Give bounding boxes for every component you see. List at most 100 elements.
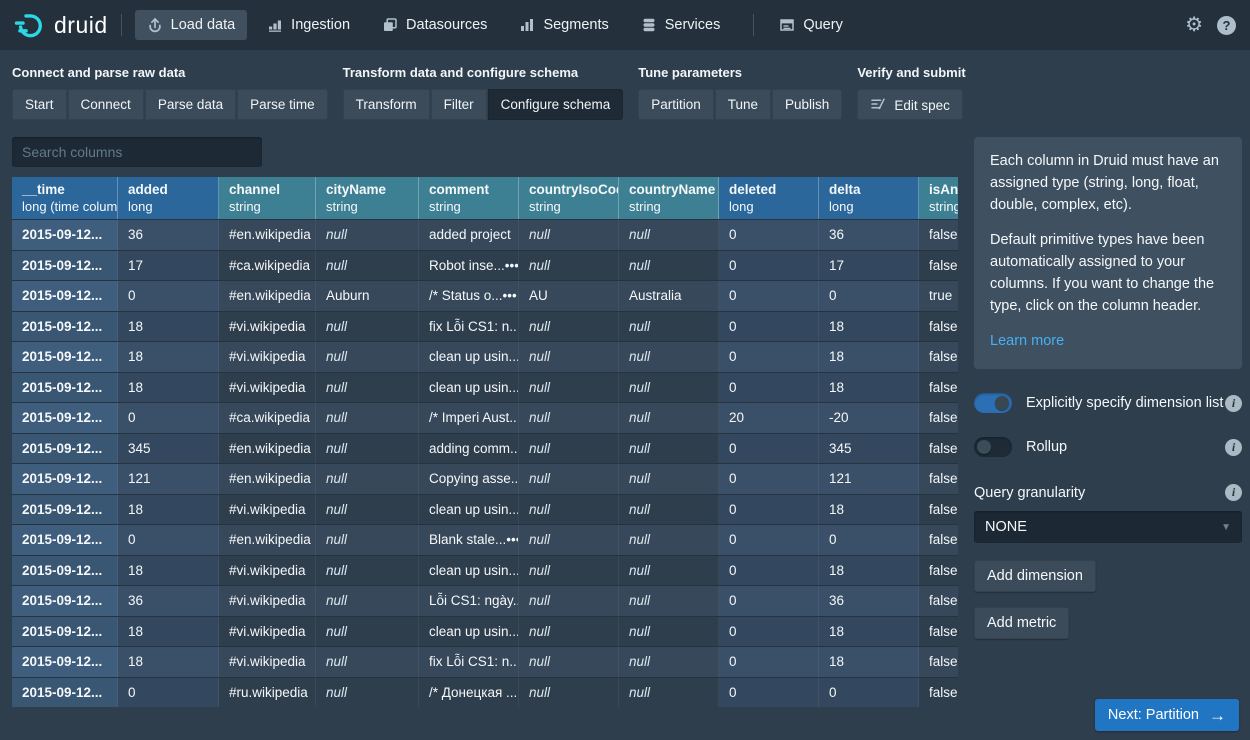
- switch-label: Rollup: [1026, 439, 1067, 455]
- cell-isAnonymous: false: [919, 647, 958, 677]
- column-name: countryName: [629, 182, 708, 197]
- column-header-added[interactable]: addedlong: [118, 177, 219, 219]
- column-header-delta[interactable]: deltalong: [819, 177, 919, 219]
- nav-item-query[interactable]: Query: [767, 10, 855, 40]
- cell-deleted: 0: [719, 434, 819, 464]
- cell-delta: 0: [819, 525, 919, 555]
- settings-gear-icon[interactable]: ⚙: [1185, 15, 1203, 35]
- table-row: 2015-09-12...0#ru.wikipedianull/* Донецк…: [12, 677, 958, 708]
- step-group-title: Tune parameters: [638, 65, 842, 80]
- cell-countryName: null: [619, 525, 719, 555]
- info-icon[interactable]: i: [1225, 439, 1242, 456]
- step-button-parse-time[interactable]: Parse time: [237, 89, 328, 120]
- table-row: 2015-09-12...36#en.wikipedianulladded pr…: [12, 219, 958, 250]
- info-icon[interactable]: i: [1225, 484, 1242, 501]
- cell-comment: /* Донецкая ...: [419, 678, 519, 708]
- column-header-cityName[interactable]: cityNamestring: [316, 177, 419, 219]
- query-granularity-select[interactable]: NONE ▼: [974, 511, 1242, 543]
- nav-item-label: Segments: [543, 17, 608, 33]
- cell-channel: #ca.wikipedia: [219, 403, 316, 433]
- column-header-countryIsoCode[interactable]: countryIsoCodestring: [519, 177, 619, 219]
- cell-delta: 18: [819, 495, 919, 525]
- column-header-comment[interactable]: commentstring: [419, 177, 519, 219]
- cell-added: 345: [118, 434, 219, 464]
- table-row: 2015-09-12...18#vi.wikipedianullclean up…: [12, 341, 958, 372]
- toggle-explicitly-specify-dimension-list[interactable]: [974, 393, 1012, 413]
- cell-delta: 18: [819, 342, 919, 372]
- cell-comment: clean up usin...: [419, 495, 519, 525]
- cell-__time: 2015-09-12...: [12, 312, 118, 342]
- druid-logo-text: druid: [54, 12, 108, 39]
- cell-cityName: null: [316, 525, 419, 555]
- step-button-parse-data[interactable]: Parse data: [145, 89, 236, 120]
- nav-item-load-data[interactable]: Load data: [135, 10, 248, 40]
- cell-countryName: null: [619, 647, 719, 677]
- column-header-countryName[interactable]: countryNamestring: [619, 177, 719, 219]
- column-header-__time[interactable]: __timelong (time column): [12, 177, 118, 219]
- cell-comment: Robot inse...•••: [419, 251, 519, 281]
- step-button-publish[interactable]: Publish: [772, 89, 842, 120]
- query-icon: [779, 17, 795, 33]
- cell-channel: #en.wikipedia: [219, 220, 316, 250]
- main-nav: Load dataIngestion Datasources Segments Ser…: [135, 10, 863, 40]
- cell-deleted: 0: [719, 220, 819, 250]
- cell-deleted: 0: [719, 525, 819, 555]
- cell-added: 18: [118, 373, 219, 403]
- cell-deleted: 0: [719, 586, 819, 616]
- cell-deleted: 20: [719, 403, 819, 433]
- nav-item-ingestion[interactable]: Ingestion: [255, 10, 362, 40]
- cell-cityName: null: [316, 312, 419, 342]
- cell-deleted: 0: [719, 495, 819, 525]
- cell-cityName: null: [316, 403, 419, 433]
- nav-item-services[interactable]: Services: [629, 10, 733, 40]
- cell-comment: fix Lỗi CS1: n...: [419, 647, 519, 677]
- cell-__time: 2015-09-12...: [12, 556, 118, 586]
- cell-countryIsoCode: AU: [519, 281, 619, 311]
- cell-isAnonymous: false: [919, 251, 958, 281]
- cell-isAnonymous: false: [919, 586, 958, 616]
- toggle-rollup[interactable]: [974, 437, 1012, 457]
- cell-cityName: null: [316, 373, 419, 403]
- learn-more-link[interactable]: Learn more: [990, 333, 1064, 349]
- step-button-tune[interactable]: Tune: [715, 89, 771, 120]
- cell-deleted: 0: [719, 647, 819, 677]
- column-header-channel[interactable]: channelstring: [219, 177, 316, 219]
- step-group-title: Verify and submit: [857, 65, 965, 80]
- cell-countryName: null: [619, 220, 719, 250]
- cell-added: 18: [118, 342, 219, 372]
- next-partition-button[interactable]: Next: Partition →: [1095, 699, 1239, 731]
- cell-countryIsoCode: null: [519, 525, 619, 555]
- add-metric-button[interactable]: Add metric: [974, 607, 1069, 639]
- cell-cityName: null: [316, 434, 419, 464]
- cell-deleted: 0: [719, 464, 819, 494]
- add-dimension-button[interactable]: Add dimension: [974, 560, 1096, 592]
- nav-item-datasources[interactable]: Datasources: [370, 10, 499, 40]
- cell-comment: clean up usin...: [419, 373, 519, 403]
- step-button-filter[interactable]: Filter: [431, 89, 487, 120]
- cell-deleted: 0: [719, 312, 819, 342]
- druid-logo[interactable]: druid: [14, 10, 108, 41]
- cell-countryName: null: [619, 434, 719, 464]
- cell-countryIsoCode: null: [519, 586, 619, 616]
- cell-channel: #ca.wikipedia: [219, 251, 316, 281]
- column-type: long: [128, 199, 208, 214]
- step-button-partition[interactable]: Partition: [638, 89, 714, 120]
- step-button-start[interactable]: Start: [12, 89, 67, 120]
- info-icon[interactable]: i: [1225, 395, 1242, 412]
- column-header-isAnonymous[interactable]: isAnonymousstring: [919, 177, 958, 219]
- cell-isAnonymous: false: [919, 495, 958, 525]
- column-type: string: [326, 199, 408, 214]
- step-button-transform[interactable]: Transform: [343, 89, 430, 120]
- arrow-right-icon: →: [1209, 707, 1226, 724]
- step-button-connect[interactable]: Connect: [68, 89, 144, 120]
- help-icon[interactable]: ?: [1217, 16, 1236, 35]
- column-header-deleted[interactable]: deletedlong: [719, 177, 819, 219]
- cell-countryIsoCode: null: [519, 647, 619, 677]
- nav-item-segments[interactable]: Segments: [507, 10, 620, 40]
- step-button-configure-schema[interactable]: Configure schema: [488, 89, 624, 120]
- step-button-edit-spec[interactable]: Edit spec: [857, 89, 963, 120]
- cell-__time: 2015-09-12...: [12, 464, 118, 494]
- search-columns-input[interactable]: [12, 137, 262, 167]
- cell-deleted: 0: [719, 556, 819, 586]
- cell-countryIsoCode: null: [519, 251, 619, 281]
